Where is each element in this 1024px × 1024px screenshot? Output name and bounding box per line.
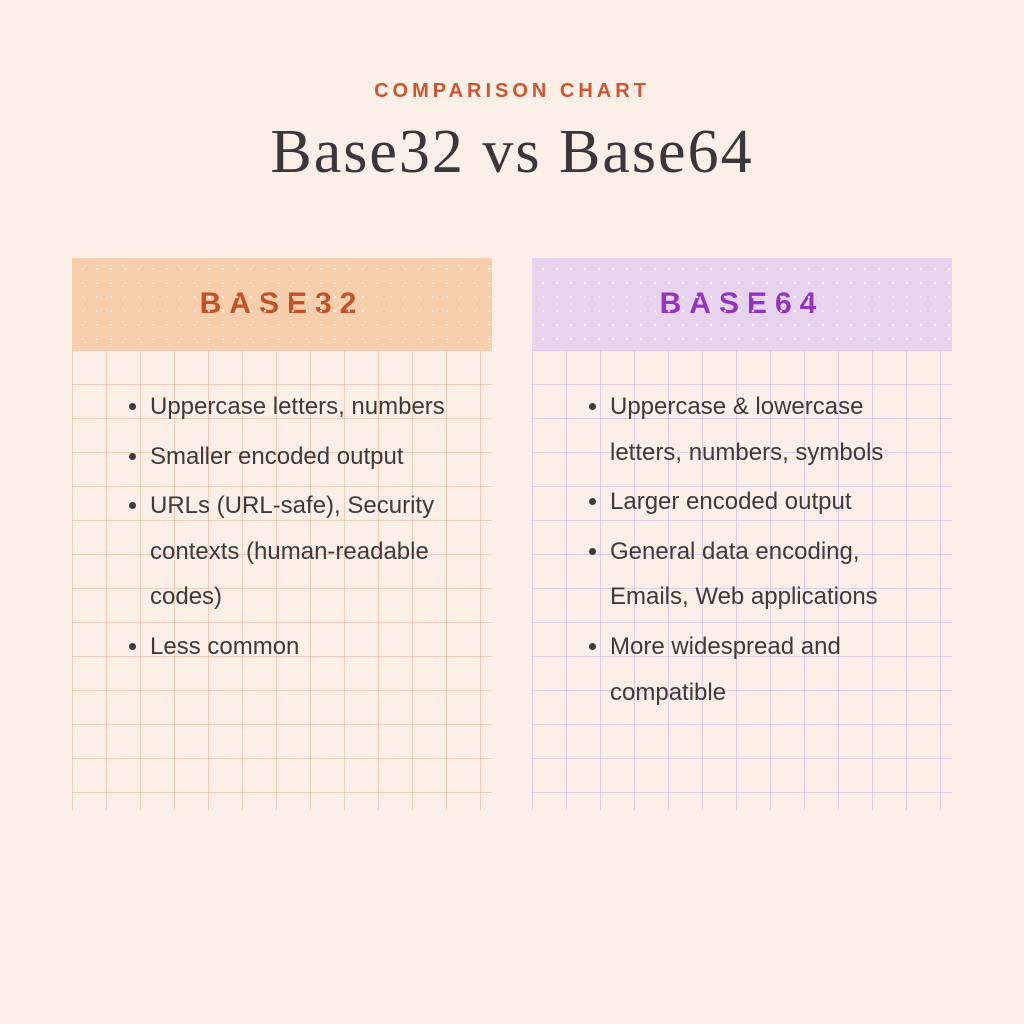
column-body-base32: Uppercase letters, numbers Smaller encod… [72, 350, 492, 810]
list-item: Uppercase & lowercase letters, numbers, … [610, 384, 922, 475]
column-base64: BASE64 Uppercase & lowercase letters, nu… [532, 258, 952, 810]
page-title: Base32 vs Base64 [60, 117, 964, 188]
eyebrow-label: COMPARISON CHART [60, 80, 964, 103]
column-body-base64: Uppercase & lowercase letters, numbers, … [532, 350, 952, 810]
list-item: Uppercase letters, numbers [150, 384, 462, 430]
column-base32: BASE32 Uppercase letters, numbers Smalle… [72, 258, 492, 810]
list-item: General data encoding, Emails, Web appli… [610, 529, 922, 620]
column-heading-base32: BASE32 [72, 258, 492, 350]
comparison-chart-page: COMPARISON CHART Base32 vs Base64 BASE32… [0, 0, 1024, 1024]
list-item: Smaller encoded output [150, 434, 462, 480]
list-item: URLs (URL-safe), Security contexts (huma… [150, 483, 462, 620]
list-item: Larger encoded output [610, 479, 922, 525]
columns-container: BASE32 Uppercase letters, numbers Smalle… [60, 258, 964, 810]
list-item: Less common [150, 624, 462, 670]
feature-list-base64: Uppercase & lowercase letters, numbers, … [582, 384, 922, 715]
column-heading-base64: BASE64 [532, 258, 952, 350]
list-item: More widespread and compatible [610, 624, 922, 715]
feature-list-base32: Uppercase letters, numbers Smaller encod… [122, 384, 462, 670]
